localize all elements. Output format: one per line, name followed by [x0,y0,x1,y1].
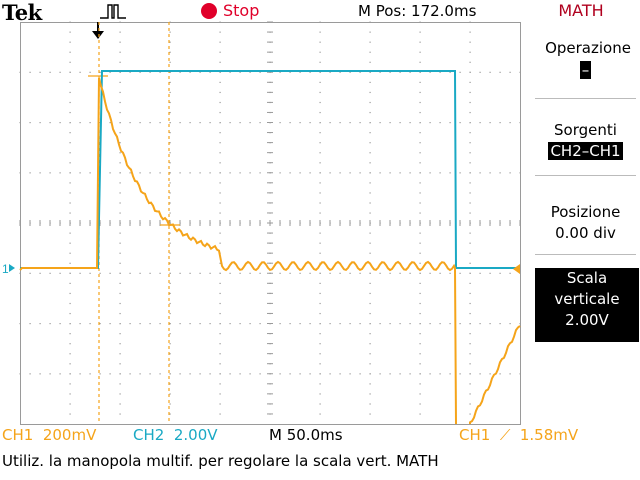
position-value: 0.00 div [555,224,616,242]
channel-status-bar: CH1 200mV CH2 2.00V M 50.0ms CH1 ⟋ 1.58m… [0,426,640,446]
operation-label: Operazione [535,38,640,58]
vertical-scale-menu-button[interactable]: Scala verticale 2.00V [535,268,639,342]
trigger-readout: CH1 ⟋ 1.58mV [459,426,579,444]
scale-label-line1: Scala [566,269,608,287]
operation-menu-button[interactable]: Operazione – [535,38,640,99]
trigger-position-marker-icon [92,22,104,39]
scale-label-line2: verticale [554,290,620,308]
ch1-scale-readout: CH1 200mV [2,426,97,444]
graticule-grid [19,21,521,415]
ch1-ground-marker-icon: 1 [2,262,15,276]
timebase-readout: M 50.0ms [269,426,343,444]
ch1-waveform [19,77,521,425]
sources-menu-button[interactable]: Sorgenti CH2–CH1 [535,120,636,176]
sources-label: Sorgenti [554,121,617,139]
ch2-scale-readout: CH2 2.00V [133,426,218,444]
ch2-waveform [20,70,520,269]
position-label: Posizione [550,203,621,221]
operation-value: – [579,61,592,79]
scale-value: 2.00V [565,311,609,329]
ground-marker-label: 1 [2,262,9,276]
trigger-level-marker-icon [513,264,520,274]
sources-value: CH2–CH1 [548,142,623,160]
position-menu-button[interactable]: Posizione 0.00 div [535,202,636,255]
help-hint: Utiliz. la manopola multif. per regolare… [2,452,439,470]
